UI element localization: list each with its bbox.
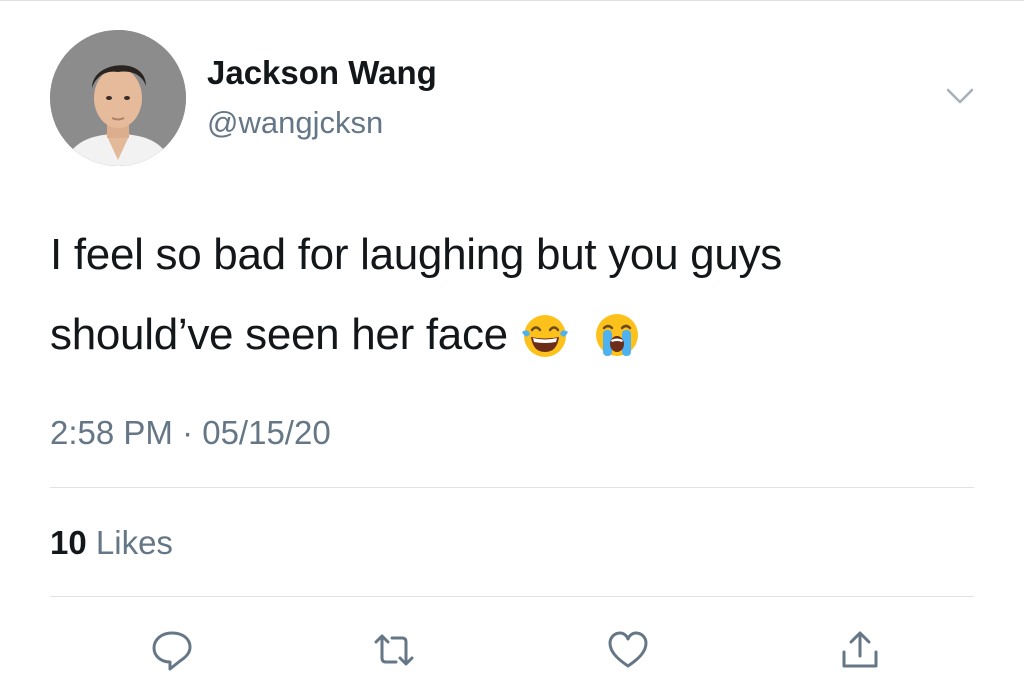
avatar[interactable]	[50, 30, 186, 166]
like-icon	[608, 631, 648, 668]
display-name[interactable]: Jackson Wang	[207, 54, 437, 92]
tweet-text-line-1: I feel so bad for laughing but you guys	[50, 230, 782, 279]
divider	[50, 487, 974, 488]
tears-of-joy-emoji-icon	[520, 306, 570, 358]
tweet-text-line-2: should’ve seen her face	[50, 295, 990, 375]
retweet-button[interactable]	[372, 628, 416, 672]
chevron-down-icon[interactable]	[944, 84, 976, 108]
divider	[50, 596, 974, 597]
reply-button[interactable]	[150, 628, 194, 672]
top-divider	[0, 0, 1024, 1]
share-button[interactable]	[838, 628, 882, 672]
loudly-crying-emoji-icon	[592, 306, 642, 357]
likes-stat[interactable]: 10 Likes	[50, 524, 173, 562]
reply-icon	[152, 631, 192, 671]
tweet-text: I feel so bad for laughing but you guys …	[50, 215, 990, 375]
like-button[interactable]	[606, 628, 650, 672]
tweet-text-line-2-text: should’ve seen her face	[50, 310, 508, 359]
avatar-photo	[50, 30, 186, 166]
username-handle[interactable]: @wangjcksn	[207, 105, 383, 141]
share-icon	[842, 631, 878, 668]
likes-label: Likes	[95, 524, 173, 561]
tweet-timestamp[interactable]: 2:58 PM · 05/15/20	[50, 414, 331, 452]
likes-count: 10	[50, 524, 87, 561]
retweet-icon	[374, 634, 414, 666]
